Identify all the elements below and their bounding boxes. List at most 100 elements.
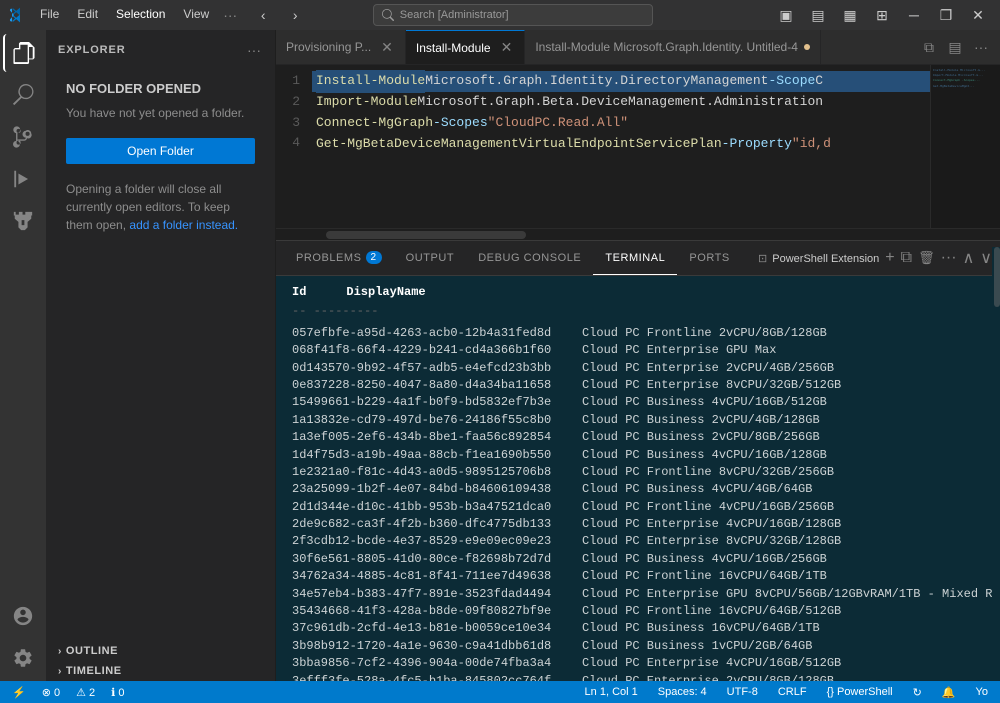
terminal-row-id: 3b98b912-1720-4a1e-9630-c9a41dbb61d8 <box>292 638 582 655</box>
indentation-status[interactable]: Spaces: 4 <box>654 686 711 698</box>
timeline-chevron-icon: › <box>58 666 62 677</box>
list-item: 23a25099-1b2f-4e07-84bd-b84606109438 Clo… <box>292 481 984 498</box>
sync-button[interactable]: ↻ <box>909 686 926 699</box>
activity-run[interactable] <box>4 160 42 198</box>
minimap: Install-Module Microsoft.G... Import-Mod… <box>930 65 1000 228</box>
outline-chevron-icon: › <box>58 646 62 657</box>
panel-tab-debug-console[interactable]: DEBUG CONSOLE <box>466 241 593 275</box>
remote-status[interactable]: ⚡ <box>8 686 30 699</box>
notifications-button[interactable]: 🔔 <box>938 686 960 699</box>
terminal-content[interactable]: Id DisplayName -- --------- 057efbfe-a95… <box>276 276 1000 681</box>
terminal-scrollbar-thumb[interactable] <box>994 247 1000 307</box>
terminal-id-header: Id <box>292 284 306 301</box>
tab-provisioning[interactable]: Provisioning P... ✕ <box>276 30 406 64</box>
layout-icon-4[interactable]: ⊞ <box>868 5 896 25</box>
activity-extensions[interactable] <box>4 202 42 240</box>
sidebar-more-button[interactable]: ··· <box>245 40 263 60</box>
menu-more[interactable]: ··· <box>219 5 241 25</box>
open-folder-button[interactable]: Open Folder <box>66 138 255 164</box>
editor-more-button[interactable]: ··· <box>970 36 992 58</box>
terminal-row-name: Cloud PC Business 4vCPU/16GB/512GB <box>582 394 827 411</box>
search-icon <box>12 84 34 106</box>
terminal-row-id: 2f3cdb12-bcde-4e37-8529-e9e09ec09e23 <box>292 533 582 550</box>
menu-file[interactable]: File <box>32 5 67 25</box>
list-item: 068f41f8-66f4-4229-b241-cd4a366b1f60 Clo… <box>292 342 984 359</box>
terminal-split-button[interactable]: ⧉ <box>901 249 912 267</box>
terminal-row-name: Cloud PC Enterprise 2vCPU/4GB/256GB <box>582 360 834 377</box>
terminal-row-name: Cloud PC Frontline 4vCPU/16GB/256GB <box>582 499 834 516</box>
menu-view[interactable]: View <box>175 5 217 25</box>
menu-bar: File Edit Selection View ··· <box>32 5 241 25</box>
language-status[interactable]: {} PowerShell <box>823 686 897 698</box>
vscode-icon <box>8 7 24 23</box>
info-status[interactable]: ℹ 0 <box>107 686 128 699</box>
activity-settings[interactable] <box>4 639 42 677</box>
window-controls: ▣ ▤ ▦ ⊞ ─ ❐ ✕ <box>772 5 992 25</box>
panel-tab-problems[interactable]: PROBLEMS 2 <box>284 241 394 275</box>
nav-forward-button[interactable]: › <box>281 5 309 25</box>
line-ending-status[interactable]: CRLF <box>774 686 811 698</box>
terminal-row-id: 0d143570-9b92-4f57-adb5-e4efcd23b3bb <box>292 360 582 377</box>
panel-tab-ports[interactable]: PORTS <box>677 241 741 275</box>
terminal-trash-button[interactable]: 🗑 <box>918 250 935 266</box>
layout-icon-1[interactable]: ▣ <box>772 5 800 25</box>
menu-edit[interactable]: Edit <box>69 5 106 25</box>
restore-button[interactable]: ❐ <box>932 5 960 25</box>
terminal-more-button[interactable]: ··· <box>941 249 957 267</box>
panel-maximize-button[interactable]: ∨ <box>980 248 992 268</box>
sidebar-outline-section[interactable]: › OUTLINE <box>46 641 275 661</box>
panel-tab-output[interactable]: OUTPUT <box>394 241 467 275</box>
terminal-row-id: 2de9c682-ca3f-4f2b-b360-dfc4775db133 <box>292 516 582 533</box>
minimize-button[interactable]: ─ <box>900 5 928 25</box>
terminal-row-name: Cloud PC Enterprise 4vCPU/16GB/512GB <box>582 655 841 672</box>
list-item: 2d1d344e-d10c-41bb-953b-b3a47521dca0 Clo… <box>292 499 984 516</box>
search-box[interactable]: Search [Administrator] <box>373 4 653 26</box>
user-label[interactable]: Yo <box>972 686 992 698</box>
terminal-row-id: 23a25099-1b2f-4e07-84bd-b84606109438 <box>292 481 582 498</box>
terminal-row-id: 37c961db-2cfd-4e13-b81e-b0059ce10e34 <box>292 620 582 637</box>
sidebar-header: EXPLORER ··· <box>46 30 275 65</box>
code-lines[interactable]: Install-Module Microsoft.Graph.Identity.… <box>312 65 930 228</box>
nav-back-button[interactable]: ‹ <box>249 5 277 25</box>
tab-provisioning-close[interactable]: ✕ <box>379 37 395 58</box>
cursor-position[interactable]: Ln 1, Col 1 <box>581 686 642 698</box>
tab-bar: Provisioning P... ✕ Install-Module ✕ Ins… <box>276 30 1000 65</box>
editor-scrollbar[interactable] <box>276 228 1000 240</box>
encoding-status[interactable]: UTF-8 <box>723 686 762 698</box>
tab-install-module[interactable]: Install-Module ✕ <box>406 30 525 64</box>
activity-explorer[interactable] <box>3 34 41 72</box>
panel-collapse-button[interactable]: ∧ <box>963 248 975 268</box>
code-line-2: Import-Module Microsoft.Graph.Beta.Devic… <box>312 92 930 113</box>
list-item: 3efff3fe-528a-4fc5-b1ba-845802cc764f Clo… <box>292 673 984 681</box>
errors-status[interactable]: ⊗ 0 <box>38 686 64 699</box>
terminal-row-name: Cloud PC Business 2vCPU/4GB/128GB <box>582 412 820 429</box>
add-folder-link[interactable]: add a folder instead. <box>129 218 238 232</box>
terminal-row-name: Cloud PC Frontline 16vCPU/64GB/512GB <box>582 603 841 620</box>
layout-icon-3[interactable]: ▦ <box>836 5 864 25</box>
search-placeholder: Search [Administrator] <box>400 9 509 21</box>
activity-search[interactable] <box>4 76 42 114</box>
tab-provisioning-label: Provisioning P... <box>286 40 371 54</box>
tab-untitled4[interactable]: Install-Module Microsoft.Graph.Identity.… <box>525 30 821 64</box>
activity-accounts[interactable] <box>4 597 42 635</box>
panel-tab-terminal[interactable]: TERMINAL <box>593 241 677 275</box>
terminal-row-name: Cloud PC Business 1vCPU/2GB/64GB <box>582 638 812 655</box>
output-label: OUTPUT <box>406 252 455 264</box>
close-button[interactable]: ✕ <box>964 5 992 25</box>
layout-icon-2[interactable]: ▤ <box>804 5 832 25</box>
sidebar-timeline-section[interactable]: › TIMELINE <box>46 661 275 681</box>
terminal-row-id: 3bba9856-7cf2-4396-904a-00de74fba3a4 <box>292 655 582 672</box>
warnings-status[interactable]: ⚠ 2 <box>72 686 99 699</box>
terminal-add-button[interactable]: + <box>885 249 894 267</box>
editor-layout-split-button[interactable]: ⧉ <box>918 36 940 58</box>
activity-source-control[interactable] <box>4 118 42 156</box>
scrollbar-thumb[interactable] <box>326 231 526 239</box>
editor-area: Provisioning P... ✕ Install-Module ✕ Ins… <box>276 30 1000 681</box>
terminal-row-id: 3efff3fe-528a-4fc5-b1ba-845802cc764f <box>292 673 582 681</box>
tab-install-module-close[interactable]: ✕ <box>499 37 515 58</box>
list-item: 34e57eb4-b383-47f7-891e-3523fdad4494 Clo… <box>292 586 984 603</box>
menu-selection[interactable]: Selection <box>108 5 173 25</box>
terminal-row-name: Cloud PC Business 4vCPU/4GB/64GB <box>582 481 812 498</box>
editor-layout-menu-button[interactable]: ▤ <box>944 36 966 58</box>
status-left: ⚡ ⊗ 0 ⚠ 2 ℹ 0 <box>8 686 129 699</box>
